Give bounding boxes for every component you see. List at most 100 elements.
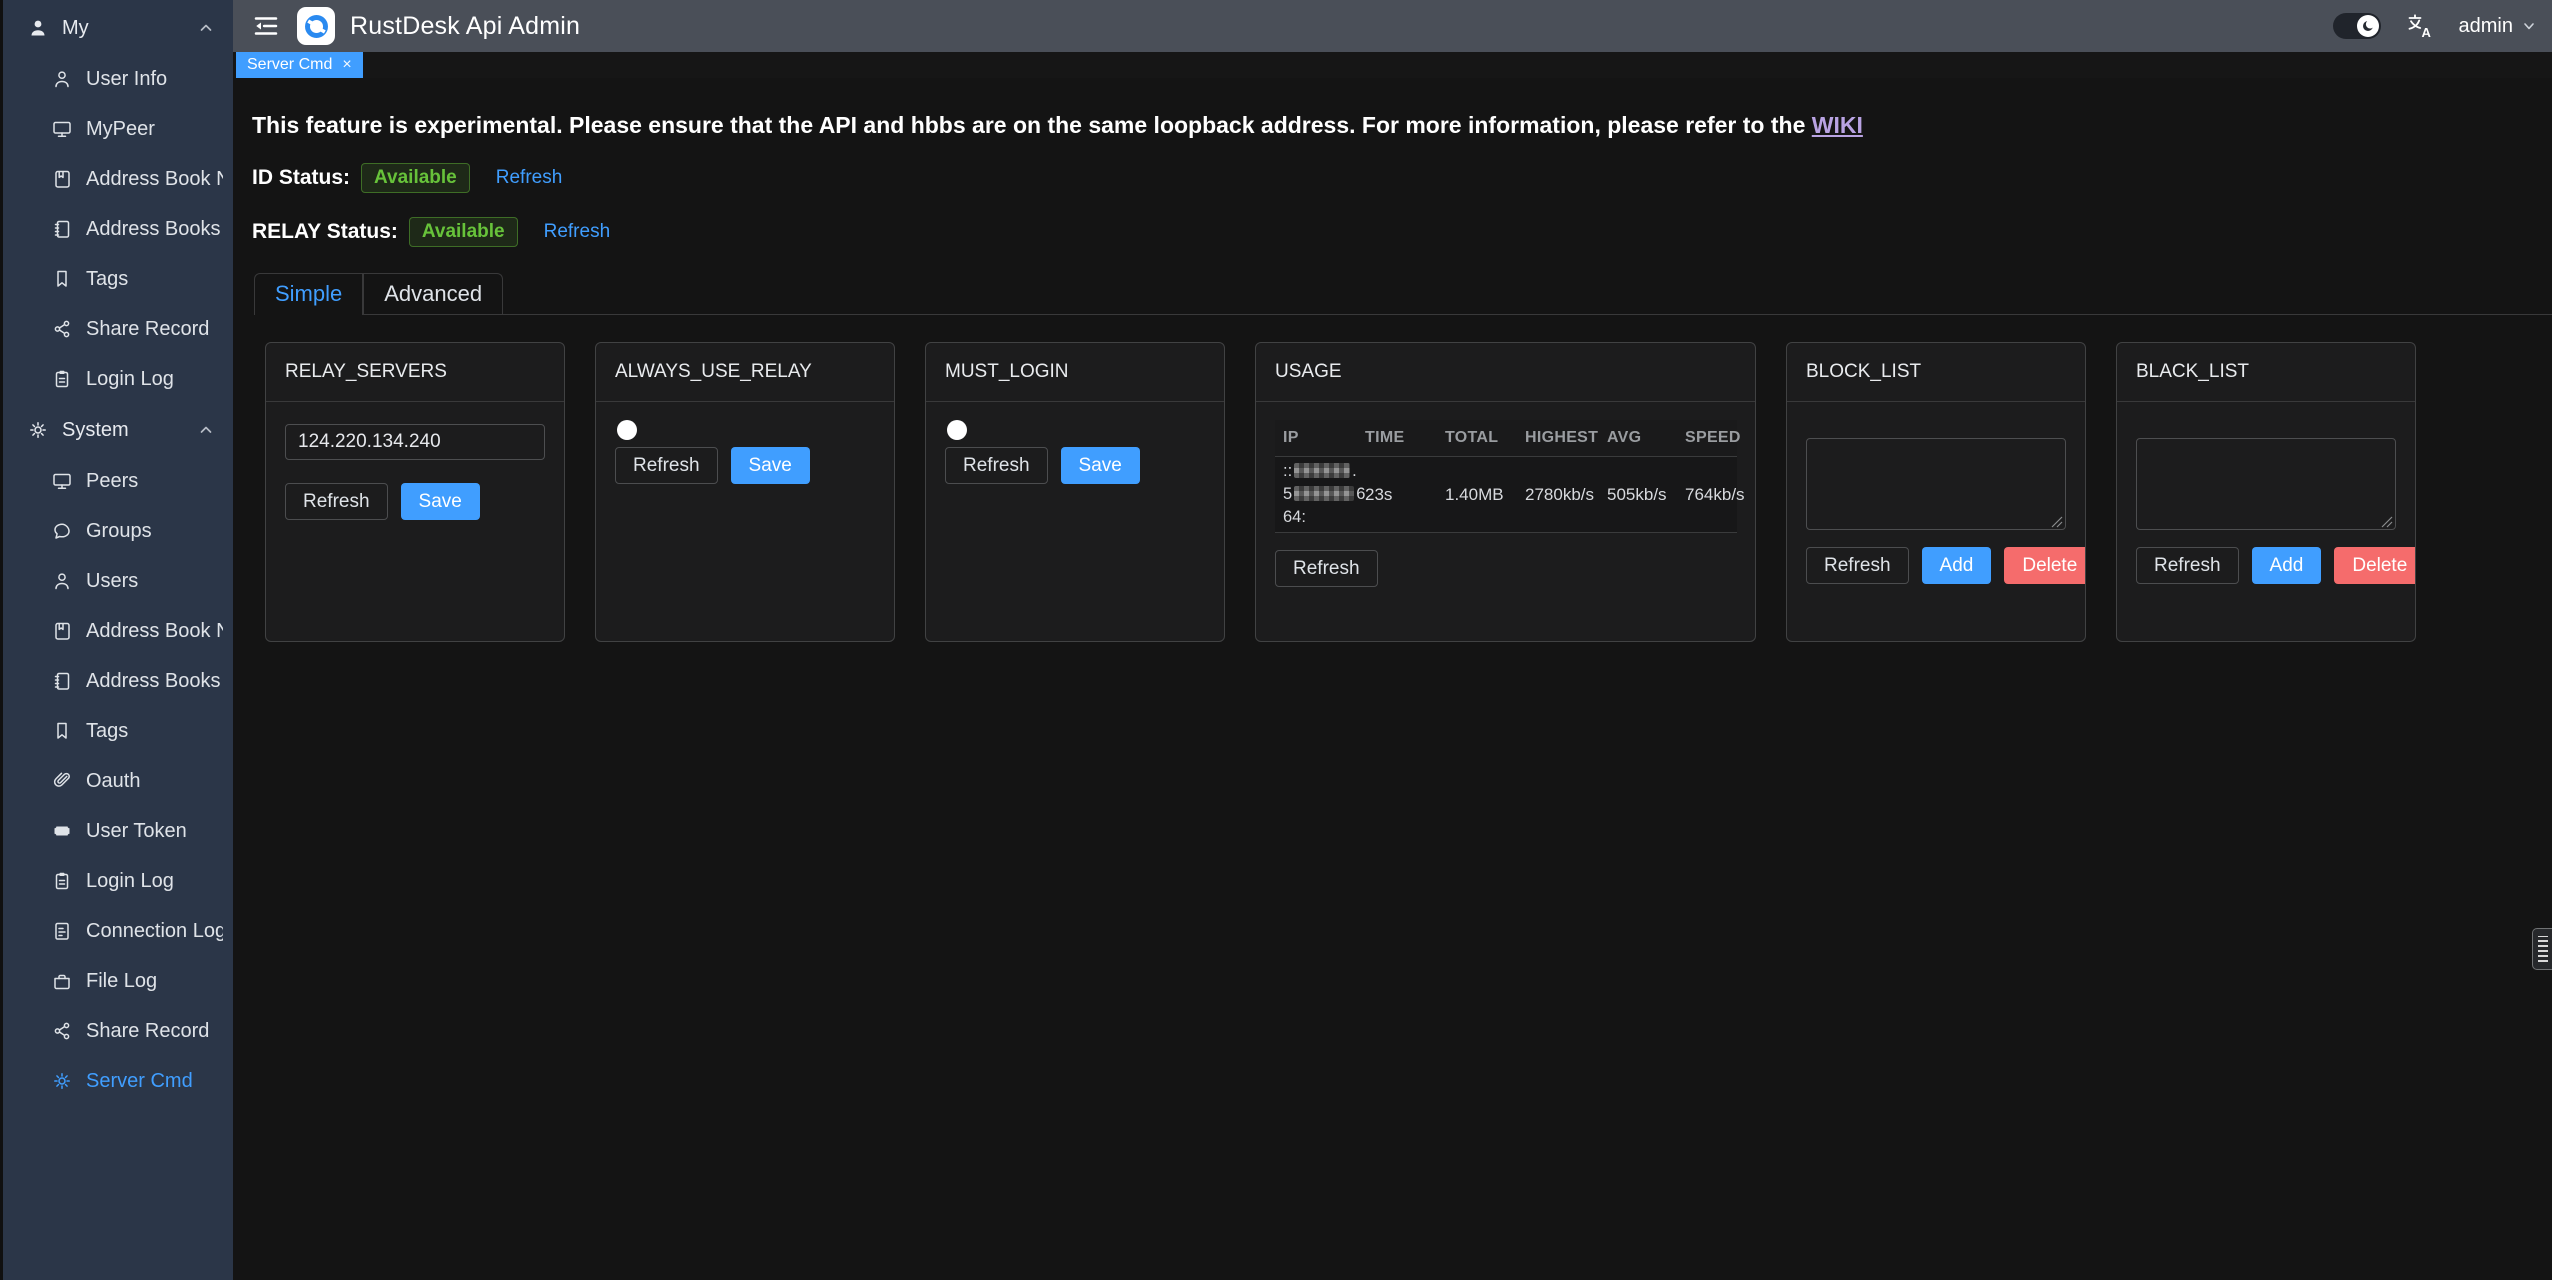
sidebar-item-tags[interactable]: Tags [3,706,233,756]
sidebar-item-address-book-names[interactable]: Address Book Names [3,606,233,656]
black-list-refresh-button[interactable]: Refresh [2136,547,2239,584]
sidebar-item-label: Address Books [86,670,221,693]
notebook-icon [51,218,73,240]
relay-servers-save-button[interactable]: Save [401,483,480,520]
app-title: RustDesk Api Admin [350,12,580,41]
sidebar-item-login-log[interactable]: Login Log [3,856,233,906]
sidebar-item-mypeer[interactable]: MyPeer [3,104,233,154]
sidebar-item-label: Users [86,570,138,593]
chevron-down-icon [2522,19,2536,33]
sidebar-item-server-cmd[interactable]: Server Cmd [3,1056,233,1106]
card-always-use-relay: ALWAYS_USE_RELAY Refresh Save [595,342,895,642]
col-header-total: TOTAL [1437,420,1517,457]
clipboard-icon [51,870,73,892]
must-login-refresh-button[interactable]: Refresh [945,447,1048,484]
edge-widget[interactable] [2532,928,2552,970]
relay-servers-input[interactable] [285,424,545,460]
sidebar-item-oauth[interactable]: Oauth [3,756,233,806]
user-icon [51,570,73,592]
sidebar-item-share-record[interactable]: Share Record [3,1006,233,1056]
black-list-textarea[interactable] [2136,438,2396,530]
wiki-link[interactable]: WIKI [1812,112,1863,138]
always-use-relay-refresh-button[interactable]: Refresh [615,447,718,484]
relay-servers-refresh-button[interactable]: Refresh [285,483,388,520]
usage-refresh-button[interactable]: Refresh [1275,550,1378,587]
sidebar-item-address-books[interactable]: Address Books [3,656,233,706]
menu-fold-icon[interactable] [251,11,281,41]
block-list-textarea[interactable] [1806,438,2066,530]
tab-simple[interactable]: Simple [254,273,363,314]
gear-icon [51,1070,73,1092]
rustdesk-logo-icon [297,7,335,45]
card-title: MUST_LOGIN [926,343,1224,402]
sidebar-item-label: Server Cmd [86,1070,193,1093]
sidebar-item-address-books[interactable]: Address Books [3,204,233,254]
sidebar-item-label: MyPeer [86,118,155,141]
sidebar-item-groups[interactable]: Groups [3,506,233,556]
black-list-delete-button[interactable]: Delete [2334,547,2416,584]
sidebar-item-users[interactable]: Users [3,556,233,606]
sidebar-item-label: Share Record [86,1020,209,1043]
col-header-ip: IP [1275,420,1357,457]
monitor-icon [51,470,73,492]
card-title: RELAY_SERVERS [266,343,564,402]
sidebar-section-my[interactable]: My [3,2,233,54]
block-list-delete-button[interactable]: Delete [2004,547,2086,584]
user-menu[interactable]: admin [2459,15,2536,38]
must-login-save-button[interactable]: Save [1061,447,1140,484]
usage-ip-cell: ::. 56 64: [1275,457,1357,533]
toggle-knob [947,420,967,440]
share-icon [51,1020,73,1042]
close-icon[interactable]: × [342,57,351,73]
card-title: ALWAYS_USE_RELAY [596,343,894,402]
sidebar-item-file-log[interactable]: File Log [3,956,233,1006]
usage-row: ::. 56 64: 23s 1.40MB 2780kb/s 505kb/s 7… [1275,457,1737,533]
sidebar-item-label: User Info [86,68,167,91]
card-title: BLOCK_LIST [1787,343,2085,402]
col-header-highest: HIGHEST [1517,420,1599,457]
sidebar-item-label: Address Book Name [86,168,223,191]
dark-mode-toggle[interactable] [2333,13,2381,39]
card-must-login: MUST_LOGIN Refresh Save [925,342,1225,642]
always-use-relay-save-button[interactable]: Save [731,447,810,484]
relay-status-row: RELAY Status: Available Refresh [252,217,2552,247]
sidebar-item-user-token[interactable]: User Token [3,806,233,856]
tab-strip: Server Cmd × [233,52,2552,78]
user-icon [27,17,49,39]
moon-icon [2357,15,2379,37]
sidebar-item-login-log[interactable]: Login Log [3,354,233,404]
col-header-speed: SPEED [1677,420,1737,457]
id-status-row: ID Status: Available Refresh [252,163,2552,193]
redacted-ip-segment [1294,463,1350,478]
sidebar-item-label: Peers [86,470,138,493]
user-icon [51,68,73,90]
usage-time-cell: 23s [1357,457,1437,533]
tab-advanced[interactable]: Advanced [363,273,503,314]
usage-highest-cell: 2780kb/s [1517,457,1599,533]
sidebar-item-label: Groups [86,520,152,543]
svg-text:A: A [2421,25,2431,40]
relay-status-refresh-link[interactable]: Refresh [544,221,611,243]
translate-icon[interactable]: A [2405,11,2435,41]
sidebar-item-connection-log[interactable]: Connection Log [3,906,233,956]
bookmark-icon [51,268,73,290]
col-header-avg: AVG [1599,420,1677,457]
sidebar-section-system[interactable]: System [3,404,233,456]
sidebar-item-tags[interactable]: Tags [3,254,233,304]
sidebar-item-address-book-name[interactable]: Address Book Name [3,154,233,204]
experimental-notice: This feature is experimental. Please ens… [252,112,2552,139]
block-list-add-button[interactable]: Add [1922,547,1992,584]
usage-total-cell: 1.40MB [1437,457,1517,533]
book-icon [51,168,73,190]
sidebar-item-share-record[interactable]: Share Record [3,304,233,354]
id-status-refresh-link[interactable]: Refresh [496,167,563,189]
block-list-refresh-button[interactable]: Refresh [1806,547,1909,584]
black-list-add-button[interactable]: Add [2252,547,2322,584]
sidebar-item-user-info[interactable]: User Info [3,54,233,104]
tab-server-cmd[interactable]: Server Cmd × [236,52,363,78]
sidebar-item-peers[interactable]: Peers [3,456,233,506]
card-title: BLACK_LIST [2117,343,2415,402]
sidebar-item-label: Login Log [86,368,174,391]
card-relay-servers: RELAY_SERVERS Refresh Save [265,342,565,642]
sidebar-item-label: User Token [86,820,187,843]
